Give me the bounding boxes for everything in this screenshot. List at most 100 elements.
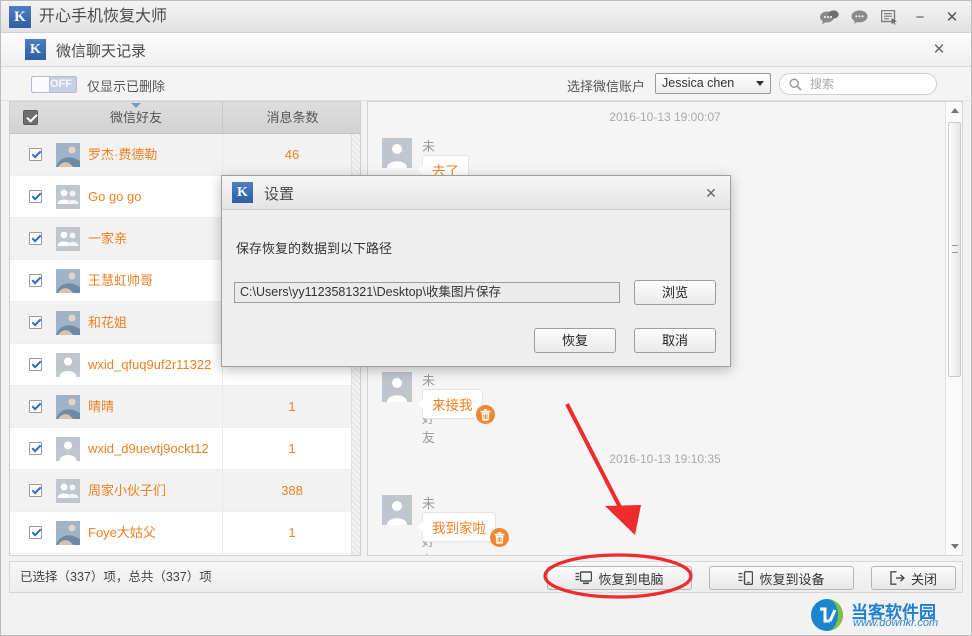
row-checkbox[interactable] (29, 442, 42, 455)
status-bar: 已选择（337）项，总共（337）项 恢复到电脑 恢复到设备 关闭 (9, 561, 963, 593)
export-to-computer-icon (575, 571, 593, 585)
avatar (56, 185, 80, 209)
row-checkbox[interactable] (29, 484, 42, 497)
close-action-label: 关闭 (910, 571, 937, 587)
app-logo-icon: K (9, 6, 31, 28)
contact-name: 一家亲 (88, 231, 128, 246)
restore-button[interactable]: 恢复 (534, 328, 616, 353)
chat-message-bubble: 来接我 (417, 389, 483, 419)
selection-status-text: 已选择（337）项，总共（337）项 (20, 570, 212, 584)
toggle-state-label: OFF (50, 78, 72, 90)
avatar (56, 437, 80, 461)
avatar (382, 138, 412, 168)
dialog-description: 保存恢复的数据到以下路径 (236, 241, 393, 256)
trash-icon[interactable] (476, 405, 495, 424)
column-header-name[interactable]: 微信好友 (50, 102, 222, 133)
cancel-button[interactable]: 取消 (634, 328, 716, 353)
module-logo-icon: K (25, 39, 46, 60)
dialog-title: 设置 (264, 186, 295, 203)
contact-name: wxid_qfuq9uf2r11322 (88, 357, 212, 372)
row-checkbox[interactable] (29, 148, 42, 161)
title-bar: K 开心手机恢复大师 − ✕ (1, 1, 971, 33)
avatar (56, 227, 80, 251)
table-row[interactable]: 周家小伙子们 388 (10, 470, 360, 512)
avatar (56, 269, 80, 293)
row-checkbox[interactable] (29, 316, 42, 329)
table-row[interactable]: 罗杰·费德勒 46 (10, 134, 360, 176)
search-placeholder: 搜索 (810, 77, 835, 91)
module-close-icon[interactable]: ✕ (929, 40, 949, 60)
contact-name: 周家小伙子们 (88, 483, 167, 498)
contact-name: 和花姐 (88, 315, 128, 330)
close-action-button[interactable]: 关闭 (871, 566, 956, 590)
feedback-icon[interactable] (879, 7, 899, 27)
column-header-count[interactable]: 消息条数 (222, 102, 360, 133)
exit-icon (890, 571, 905, 585)
avatar (382, 372, 412, 402)
account-select[interactable]: Jessica chen (655, 73, 771, 94)
scroll-down-icon[interactable] (946, 538, 962, 555)
contact-list-header: 微信好友 消息条数 (10, 102, 360, 134)
contact-name: 晴晴 (88, 399, 115, 414)
contact-name: 王慧虹帅哥 (88, 273, 154, 288)
row-checkbox[interactable] (29, 190, 42, 203)
filter-toolbar: OFF 仅显示已删除 选择微信账户 Jessica chen 搜索 (1, 67, 971, 101)
contact-name: 罗杰·费德勒 (88, 147, 158, 162)
save-path-input[interactable]: C:\Users\yy1123581321\Desktop\收集图片保存 (234, 282, 620, 303)
chat-timestamp: 2016-10-13 19:00:07 (609, 110, 721, 124)
contact-name: Go go go (88, 189, 142, 204)
select-all-checkbox[interactable] (23, 110, 38, 125)
dialog-close-icon[interactable]: ✕ (702, 184, 720, 202)
recover-to-computer-button[interactable]: 恢复到电脑 (547, 566, 692, 590)
table-row[interactable]: Foye大姑父 1 (10, 512, 360, 554)
search-icon (789, 78, 802, 94)
row-checkbox[interactable] (29, 232, 42, 245)
application-window: K 开心手机恢复大师 − ✕ K 微信聊天记录 ✕ OFF 仅显示已删除 选择微… (0, 0, 972, 636)
dialog-logo-icon: K (232, 182, 253, 203)
browse-button[interactable]: 浏览 (634, 280, 716, 305)
show-deleted-only-label: 仅显示已删除 (87, 79, 166, 94)
settings-dialog: K 设置 ✕ 保存恢复的数据到以下路径 C:\Users\yy112358132… (221, 175, 731, 367)
minimize-button[interactable]: − (909, 7, 931, 27)
message-count: 388 (281, 483, 303, 498)
message-count: 46 (284, 147, 300, 162)
message-count: 1 (288, 399, 296, 414)
avatar (56, 311, 80, 335)
message-icon[interactable] (849, 7, 869, 27)
export-to-device-icon (738, 571, 754, 585)
recover-to-device-label: 恢复到设备 (759, 571, 825, 587)
row-checkbox[interactable] (29, 400, 42, 413)
app-title: 开心手机恢复大师 (39, 8, 168, 25)
module-header: K 微信聊天记录 ✕ (1, 33, 971, 67)
account-select-label: 选择微信账户 (567, 79, 646, 94)
avatar (382, 495, 412, 525)
chats-icon[interactable] (819, 7, 839, 27)
avatar (56, 521, 80, 545)
message-count: 1 (288, 441, 296, 456)
avatar (56, 353, 80, 377)
table-row[interactable]: 晴晴 1 (10, 386, 360, 428)
recover-to-device-button[interactable]: 恢复到设备 (709, 566, 854, 590)
recover-to-computer-label: 恢复到电脑 (598, 571, 664, 587)
row-checkbox[interactable] (29, 274, 42, 287)
dialog-title-bar: K 设置 ✕ (222, 176, 730, 210)
search-input[interactable]: 搜索 (779, 73, 937, 95)
avatar (56, 395, 80, 419)
row-checkbox[interactable] (29, 526, 42, 539)
show-deleted-only-toggle[interactable]: OFF (31, 76, 77, 93)
close-button[interactable]: ✕ (941, 7, 963, 27)
chat-scrollbar-thumb[interactable] (948, 122, 961, 377)
chat-scrollbar[interactable] (945, 102, 962, 555)
watermark: 当客软件园 www.downkr.com (807, 597, 967, 633)
row-checkbox[interactable] (29, 358, 42, 371)
toggle-knob (32, 77, 50, 92)
avatar (56, 479, 80, 503)
account-select-value: Jessica chen (662, 76, 735, 90)
trash-icon[interactable] (490, 528, 509, 547)
table-row[interactable]: wxid_d9uevtj9ockt12 1 (10, 428, 360, 470)
contact-name: wxid_d9uevtj9ockt12 (88, 441, 209, 456)
message-count: 1 (288, 525, 296, 540)
scroll-up-icon[interactable] (946, 102, 962, 119)
chevron-down-icon (756, 81, 764, 86)
module-title: 微信聊天记录 (56, 43, 147, 60)
